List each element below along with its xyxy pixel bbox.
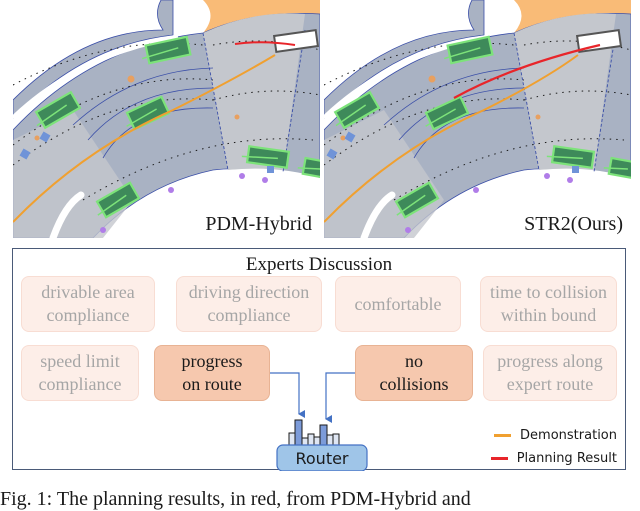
experts-title: Experts Discussion <box>245 254 393 275</box>
legend-swatch-orange <box>494 434 512 437</box>
panel-label: STR2(Ours) <box>524 213 623 235</box>
cyclist-marker <box>572 166 579 173</box>
router-bar <box>307 433 315 446</box>
legend-label: Planning Result <box>516 451 617 466</box>
router-bars <box>288 419 340 446</box>
pedestrian-marker <box>428 75 436 83</box>
pedestrian-marker <box>234 114 240 120</box>
pedestrian-marker <box>567 177 573 183</box>
router-bar <box>288 432 296 446</box>
cyclist-marker <box>267 166 274 173</box>
arrow-collisions-to-router <box>325 372 355 423</box>
pedestrian-marker <box>544 173 550 179</box>
legend-demonstration: Demonstration <box>494 428 617 443</box>
pedestrian-marker <box>100 227 106 233</box>
scene-panel-str2: STR2(Ours) <box>324 0 631 238</box>
legend-swatch-red <box>490 457 508 460</box>
pedestrian-marker <box>262 177 268 183</box>
panel-label: PDM-Hybrid <box>205 213 312 235</box>
pedestrian-marker <box>405 227 411 233</box>
scene-map <box>324 0 631 238</box>
legend-planning-result: Planning Result <box>490 451 617 466</box>
router-bar <box>332 433 340 446</box>
router-bar <box>294 419 303 446</box>
router-bar <box>319 424 328 446</box>
figure-caption: Fig. 1: The planning results, in red, fr… <box>0 488 471 510</box>
expert-progress-on-route: progress on route <box>154 345 270 401</box>
legend-label: Demonstration <box>520 428 617 443</box>
pedestrian-marker <box>340 135 346 141</box>
pedestrian-marker <box>34 135 40 141</box>
experts-discussion-box: Experts Discussion drivable area complia… <box>12 248 626 471</box>
pedestrian-marker <box>535 114 541 120</box>
scene-panel-pdm-hybrid: PDM-Hybrid <box>13 0 320 238</box>
pedestrian-marker <box>168 187 174 193</box>
expert-driving-direction: driving direction compliance <box>176 276 322 332</box>
expert-progress-along-expert-route: progress along expert route <box>483 345 617 401</box>
expert-drivable-area: drivable area compliance <box>21 276 155 332</box>
pedestrian-marker <box>127 75 135 83</box>
expert-speed-limit: speed limit compliance <box>21 345 139 401</box>
router-bar <box>301 437 309 446</box>
arrow-progress-to-router <box>270 372 305 418</box>
router-label: Router <box>295 448 349 468</box>
expert-no-collisions: no collisions <box>355 345 473 401</box>
expert-time-to-collision: time to collision within bound <box>480 276 617 332</box>
pedestrian-marker <box>239 173 245 179</box>
expert-comfortable: comfortable <box>335 276 461 332</box>
scene-map <box>13 0 320 238</box>
pedestrian-marker <box>473 187 479 193</box>
router-bar <box>313 436 321 446</box>
router-bar <box>326 434 334 446</box>
